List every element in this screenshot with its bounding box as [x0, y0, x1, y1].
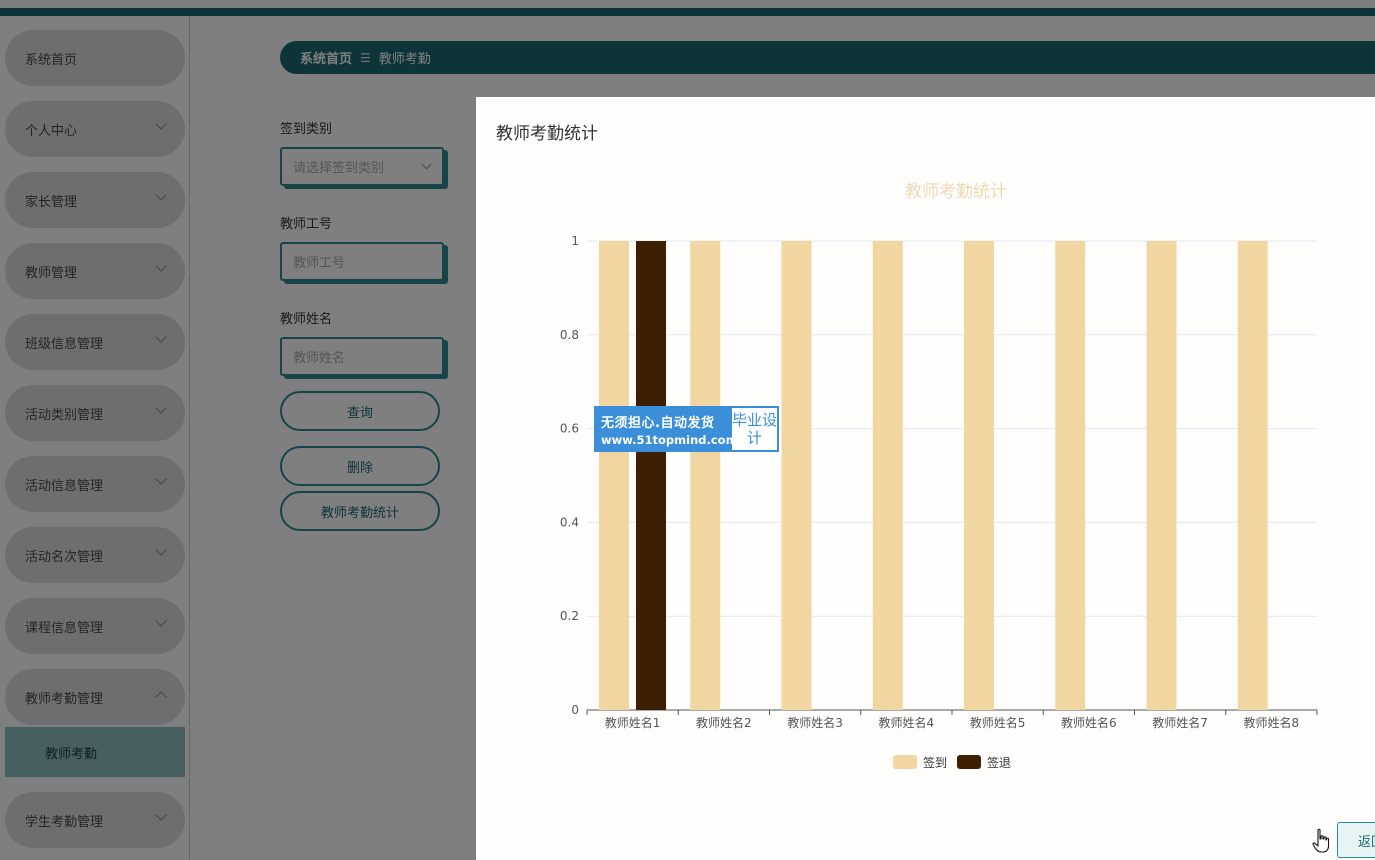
bar-checkin — [690, 241, 721, 710]
watermark-line2: www.51topmind.com — [601, 432, 738, 447]
y-tick-label: 0.4 — [560, 515, 579, 529]
bar-checkin — [872, 241, 903, 710]
hand-pointer-icon — [1312, 828, 1330, 853]
x-tick-label: 教师姓名6 — [1061, 715, 1117, 730]
x-tick-label: 教师姓名2 — [696, 715, 752, 730]
x-tick-label: 教师姓名5 — [970, 715, 1026, 730]
watermark-right: 毕业设计 — [732, 411, 778, 447]
bar-checkin — [599, 241, 629, 710]
bar-checkin — [781, 241, 812, 710]
x-tick-label: 教师姓名7 — [1152, 715, 1208, 730]
y-tick-label: 0.6 — [560, 422, 579, 436]
bar-checkout — [636, 241, 666, 710]
watermark-left: 无须担心.自动发货 www.51topmind.com — [596, 408, 738, 450]
watermark-line1: 无须担心.自动发货 — [601, 415, 715, 431]
return-button[interactable]: 返回 — [1337, 822, 1375, 858]
attendance-bar-chart: 教师考勤统计 0 0.2 0.4 0.6 0.8 1 教师姓名1 教师姓名2 教师姓名3 教师姓名4… — [560, 182, 1318, 770]
bar-checkin — [1055, 241, 1086, 710]
x-tick-label: 教师姓名8 — [1244, 715, 1300, 730]
bar-checkin — [1146, 241, 1177, 710]
stats-dialog: 教师考勤统计 教师考勤统计 0 0.2 0.4 0.6 0.8 1 教师姓名1 教师姓名2 教师姓… — [476, 97, 1375, 860]
dialog-title: 教师考勤统计 — [496, 124, 598, 144]
chart-title: 教师考勤统计 — [905, 182, 1007, 202]
legend-swatch — [893, 755, 917, 769]
y-tick-label: 0 — [571, 703, 579, 717]
watermark-badge: 无须担心.自动发货 www.51topmind.com 毕业设计 — [594, 406, 779, 452]
y-tick-label: 1 — [571, 234, 579, 248]
y-tick-label: 0.8 — [560, 328, 579, 342]
x-tick-label: 教师姓名1 — [605, 715, 661, 730]
legend-label: 签到 — [923, 755, 947, 770]
x-tick-label: 教师姓名3 — [787, 715, 843, 730]
x-tick-label: 教师姓名4 — [879, 715, 935, 730]
legend-label: 签退 — [987, 755, 1011, 770]
legend-swatch — [957, 755, 981, 769]
bar-checkin — [1237, 241, 1268, 710]
y-tick-label: 0.2 — [560, 609, 579, 623]
bar-checkin — [964, 241, 994, 710]
